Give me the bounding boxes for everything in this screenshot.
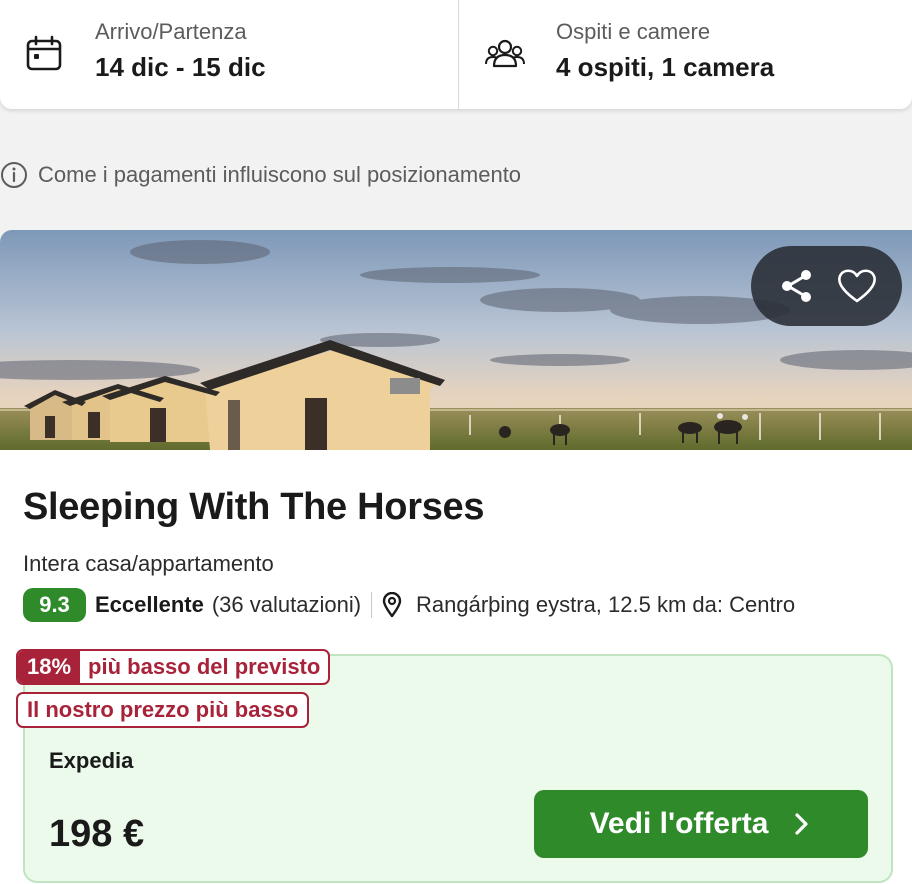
share-icon <box>781 270 811 302</box>
guests-selector[interactable]: Ospiti e camere 4 ospiti, 1 camera <box>459 0 912 109</box>
chevron-right-icon <box>795 813 809 835</box>
discount-percent: 18% <box>18 651 81 683</box>
info-icon <box>1 162 27 188</box>
rating-row: 9.3 Eccellente (36 valutazioni) Rangárþi… <box>23 588 795 622</box>
view-deal-button[interactable]: Vedi l'offerta <box>534 790 868 858</box>
users-icon <box>485 39 525 68</box>
hotel-photo[interactable] <box>0 230 912 450</box>
guests-value: 4 ospiti, 1 camera <box>556 52 775 82</box>
info-text: Come i pagamenti influiscono sul posizio… <box>38 162 522 187</box>
rating-word: Eccellente <box>95 592 204 617</box>
payment-ranking-info[interactable]: Come i pagamenti influiscono sul posizio… <box>0 160 521 190</box>
dates-value: 14 dic - 15 dic <box>95 52 266 82</box>
discount-text: più basso del previsto <box>88 654 321 679</box>
lowest-price-badge: Il nostro prezzo più basso <box>16 692 310 728</box>
price: 198 € <box>49 813 145 855</box>
dates-selector[interactable]: Arrivo/Partenza 14 dic - 15 dic <box>0 0 459 109</box>
hotel-name[interactable]: Sleeping With The Horses <box>23 486 485 529</box>
guests-label: Ospiti e camere <box>556 19 711 44</box>
heart-icon <box>838 269 877 303</box>
map-pin-icon <box>382 592 402 618</box>
hotel-card[interactable]: Sleeping With The Horses Intera casa/app… <box>0 230 912 884</box>
view-deal-label: Vedi l'offerta <box>589 807 769 840</box>
location-text: Rangárþing eystra, 12.5 km da: Centro <box>416 592 796 617</box>
rating-score-badge: 9.3 <box>23 588 86 622</box>
favorite-button[interactable] <box>835 264 879 308</box>
property-type: Intera casa/appartamento <box>23 551 274 576</box>
review-count[interactable]: (36 valutazioni) <box>212 592 361 618</box>
share-button[interactable] <box>774 264 818 308</box>
divider <box>371 592 373 618</box>
search-bar: Arrivo/Partenza 14 dic - 15 dic Ospiti e… <box>0 0 912 109</box>
discount-badge: 18% più basso del previsto <box>16 649 331 685</box>
provider-name: Expedia <box>49 748 134 773</box>
photo-actions <box>751 246 902 326</box>
dates-label: Arrivo/Partenza <box>95 19 247 44</box>
calendar-icon <box>26 35 62 71</box>
